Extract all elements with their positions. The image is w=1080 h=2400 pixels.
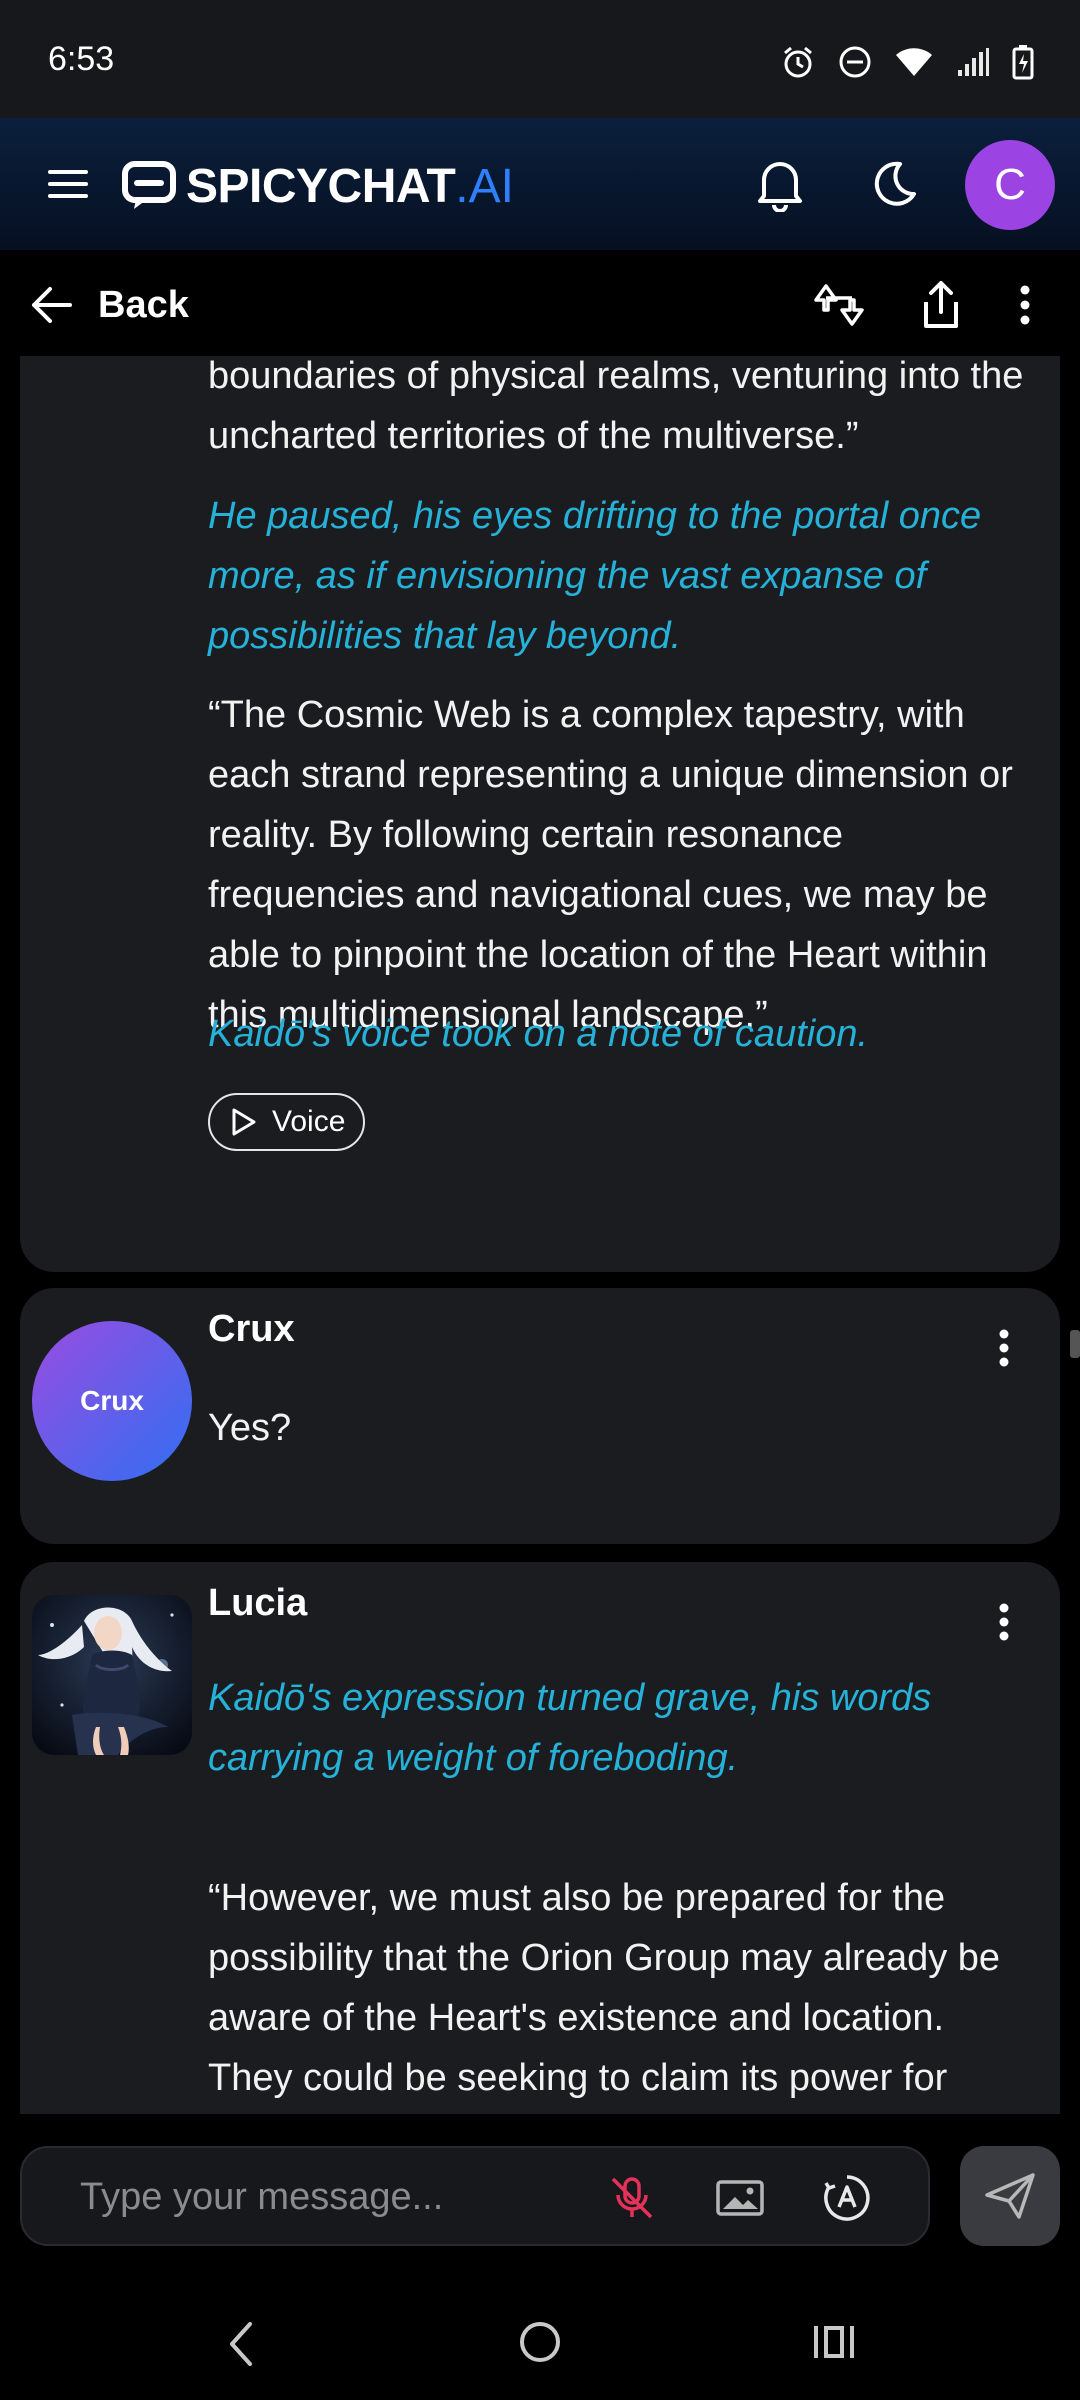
- play-icon: [232, 1108, 256, 1136]
- bell-icon[interactable]: [754, 156, 806, 212]
- swap-icon[interactable]: [812, 278, 866, 332]
- send-icon: [985, 2173, 1035, 2219]
- chat-toolbar: Back: [0, 250, 1080, 356]
- message-paragraph: Yes?: [208, 1407, 292, 1449]
- send-button[interactable]: [960, 2146, 1060, 2246]
- alarm-icon: [784, 46, 812, 78]
- system-home-icon[interactable]: [518, 2320, 562, 2364]
- sender-name: Crux: [208, 1308, 295, 1350]
- message-card: boundaries of physical realms, venturing…: [20, 356, 1060, 1272]
- avatar[interactable]: Crux: [32, 1321, 192, 1481]
- image-icon[interactable]: [715, 2173, 765, 2223]
- hamburger-menu-icon[interactable]: [48, 168, 88, 200]
- arrow-left-icon: [32, 287, 72, 323]
- scrollbar-thumb[interactable]: [1070, 1330, 1080, 1358]
- message-action: He paused, his eyes drifting to the port…: [208, 495, 982, 657]
- message-paragraph: “However, we must also be prepared for t…: [208, 1877, 1001, 2099]
- message-menu-icon[interactable]: [998, 1602, 1010, 1642]
- message-card: Crux Crux Yes?: [20, 1288, 1060, 1544]
- message-paragraph: “The Cosmic Web is a complex tapestry, w…: [208, 694, 1013, 1036]
- back-button[interactable]: Back: [30, 280, 189, 330]
- message-card: Lucia Kaidō's expression turned grave, h…: [20, 1562, 1060, 2114]
- battery-charging-icon: [1012, 45, 1034, 80]
- character-portrait-image: [32, 1595, 192, 1755]
- sender-name: Lucia: [208, 1582, 308, 1624]
- message-menu-icon[interactable]: [998, 1328, 1010, 1368]
- system-recents-icon[interactable]: [812, 2322, 856, 2362]
- chat-messages[interactable]: boundaries of physical realms, venturing…: [0, 356, 1080, 2114]
- brand-name: SPICYCHAT: [186, 159, 456, 213]
- message-input-placeholder: Type your message...: [80, 2176, 444, 2218]
- mic-off-icon[interactable]: [607, 2173, 657, 2223]
- back-label: Back: [98, 283, 189, 326]
- cell-signal-icon: [958, 48, 989, 76]
- wifi-icon: [896, 48, 932, 76]
- system-navigation-bar: [0, 2284, 1080, 2400]
- brand-logo[interactable]: SPICYCHAT .AI: [122, 158, 514, 214]
- system-back-icon[interactable]: [226, 2320, 256, 2368]
- message-input[interactable]: Type your message...: [20, 2146, 930, 2246]
- voice-button[interactable]: Voice: [208, 1093, 366, 1151]
- auto-mode-icon[interactable]: [822, 2173, 872, 2223]
- message-paragraph: boundaries of physical realms, venturing…: [208, 356, 1024, 457]
- user-avatar[interactable]: C: [965, 140, 1055, 230]
- voice-label: Voice: [272, 1105, 346, 1138]
- message-composer: Type your message...: [0, 2114, 1080, 2284]
- message-action: Kaidō's expression turned grave, his wor…: [208, 1677, 932, 1779]
- avatar[interactable]: [32, 1595, 192, 1755]
- status-time: 6:53: [48, 40, 115, 78]
- message-action: Kaidō's voice took on a note of caution.: [208, 1013, 869, 1055]
- status-bar: 6:53: [0, 0, 1080, 118]
- brand-suffix: .AI: [455, 159, 514, 213]
- moon-icon[interactable]: [868, 158, 920, 210]
- app-header: SPICYCHAT .AI C: [0, 118, 1080, 250]
- share-icon[interactable]: [914, 278, 968, 332]
- chat-bubble-logo-icon: [122, 161, 176, 209]
- status-icons: [780, 40, 1034, 84]
- more-options-icon[interactable]: [1010, 278, 1040, 332]
- do-not-disturb-icon: [839, 46, 871, 78]
